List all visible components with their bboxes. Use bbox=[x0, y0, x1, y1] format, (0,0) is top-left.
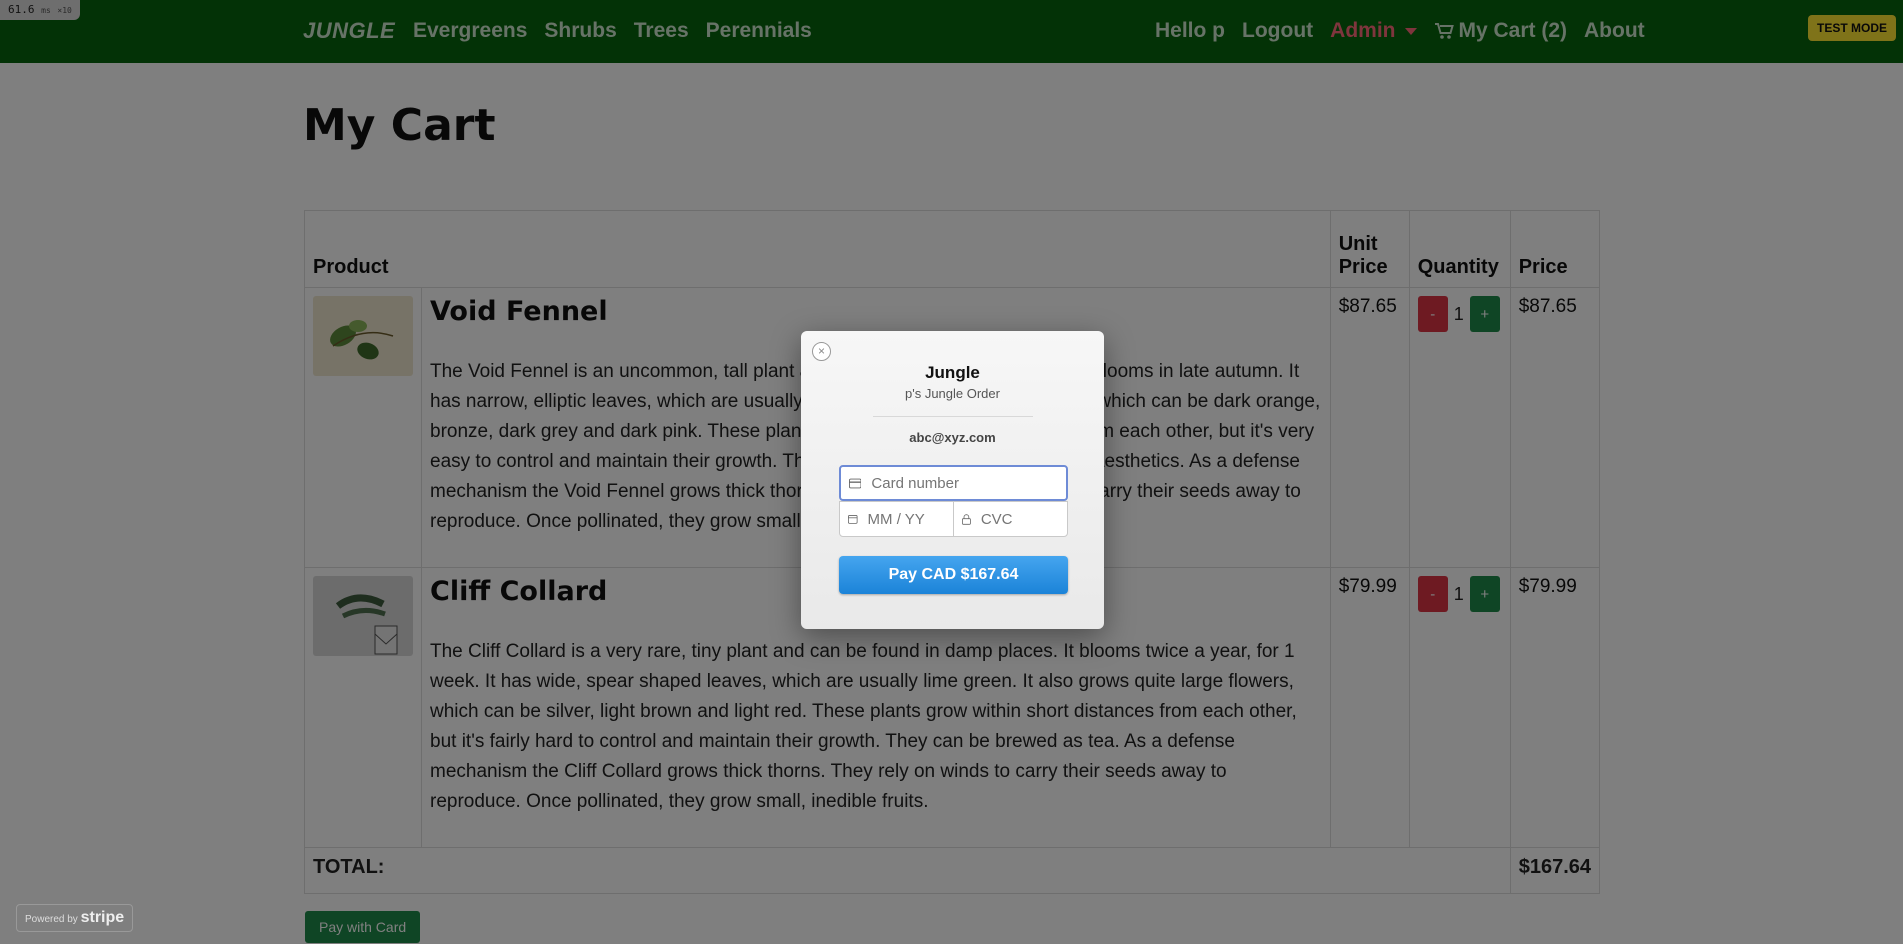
card-number-input[interactable] bbox=[869, 473, 1066, 493]
card-number-field[interactable] bbox=[839, 465, 1068, 501]
modal-title: Jungle bbox=[925, 363, 980, 382]
stripe-logo: stripe bbox=[80, 909, 125, 926]
cvc-field[interactable] bbox=[953, 501, 1068, 537]
modal-subtitle: p's Jungle Order bbox=[905, 386, 1000, 401]
expiry-input[interactable] bbox=[865, 509, 953, 529]
powered-by-prefix: Powered by bbox=[25, 914, 78, 925]
powered-by-stripe[interactable]: Powered by stripe bbox=[16, 904, 134, 932]
lock-icon bbox=[962, 513, 971, 525]
expiry-field[interactable] bbox=[839, 501, 954, 537]
modal-email: abc@xyz.com bbox=[909, 430, 996, 445]
cvc-input[interactable] bbox=[978, 509, 1067, 529]
modal-divider bbox=[873, 416, 1033, 417]
checkout-modal: × Jungle p's Jungle Order abc@xyz.com Pa… bbox=[801, 331, 1104, 629]
credit-card-icon bbox=[849, 478, 862, 488]
pay-button[interactable]: Pay CAD $167.64 bbox=[839, 556, 1068, 594]
close-icon[interactable]: × bbox=[812, 342, 831, 361]
calendar-icon bbox=[848, 515, 858, 524]
